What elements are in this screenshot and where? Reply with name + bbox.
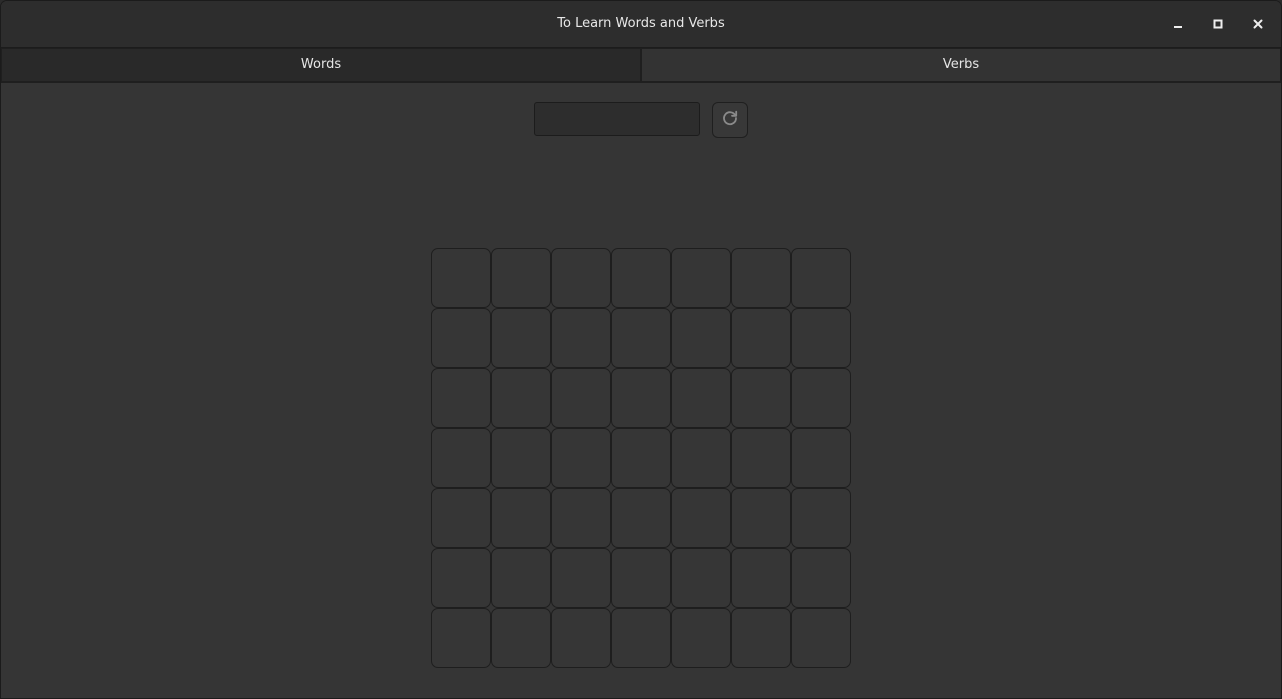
grid-cell[interactable] [671,248,731,308]
grid-cell[interactable] [671,428,731,488]
refresh-icon [721,109,739,131]
grid-cell[interactable] [491,248,551,308]
grid-cell[interactable] [671,308,731,368]
tab-words[interactable]: Words [1,48,641,82]
grid-cell[interactable] [491,428,551,488]
close-icon [1252,18,1264,30]
grid-cell[interactable] [791,608,851,668]
grid-cell[interactable] [551,248,611,308]
grid-cell[interactable] [611,548,671,608]
grid-cell[interactable] [731,248,791,308]
tab-verbs[interactable]: Verbs [641,48,1281,82]
grid-cell[interactable] [671,608,731,668]
grid-cell[interactable] [431,308,491,368]
grid-cell[interactable] [611,248,671,308]
grid-cell[interactable] [611,428,671,488]
grid-cell[interactable] [671,368,731,428]
grid-cell[interactable] [731,608,791,668]
grid-cell[interactable] [551,308,611,368]
grid-cell[interactable] [611,308,671,368]
maximize-button[interactable] [1206,12,1230,36]
close-button[interactable] [1246,12,1270,36]
grid-cell[interactable] [491,548,551,608]
maximize-icon [1212,18,1224,30]
grid-cell[interactable] [491,488,551,548]
grid-cell[interactable] [491,608,551,668]
minimize-button[interactable] [1166,12,1190,36]
letter-grid [431,248,851,668]
minimize-icon [1172,18,1184,30]
grid-cell[interactable] [611,488,671,548]
grid-cell[interactable] [551,368,611,428]
grid-cell[interactable] [791,248,851,308]
grid-cell[interactable] [731,488,791,548]
grid-cell[interactable] [731,548,791,608]
window-title: To Learn Words and Verbs [557,16,725,31]
grid-cell[interactable] [791,368,851,428]
title-bar[interactable]: To Learn Words and Verbs [1,1,1281,48]
grid-cell[interactable] [731,368,791,428]
grid-cell[interactable] [551,428,611,488]
word-input[interactable] [534,102,700,136]
grid-cell[interactable] [671,488,731,548]
grid-cell[interactable] [491,308,551,368]
grid-cell[interactable] [791,308,851,368]
grid-cell[interactable] [611,608,671,668]
grid-cell[interactable] [431,428,491,488]
grid-cell[interactable] [731,428,791,488]
grid-cell[interactable] [791,488,851,548]
grid-cell[interactable] [431,488,491,548]
app-window: To Learn Words and Verbs Words Verbs [0,0,1282,699]
grid-cell[interactable] [671,548,731,608]
refresh-button[interactable] [712,102,748,138]
grid-cell[interactable] [791,428,851,488]
grid-cell[interactable] [491,368,551,428]
grid-cell[interactable] [791,548,851,608]
grid-cell[interactable] [611,368,671,428]
grid-cell[interactable] [431,608,491,668]
grid-cell[interactable] [431,248,491,308]
grid-cell[interactable] [551,548,611,608]
grid-cell[interactable] [551,608,611,668]
tab-bar: Words Verbs [1,48,1281,83]
grid-cell[interactable] [551,488,611,548]
grid-cell[interactable] [431,548,491,608]
grid-cell[interactable] [431,368,491,428]
grid-cell[interactable] [731,308,791,368]
